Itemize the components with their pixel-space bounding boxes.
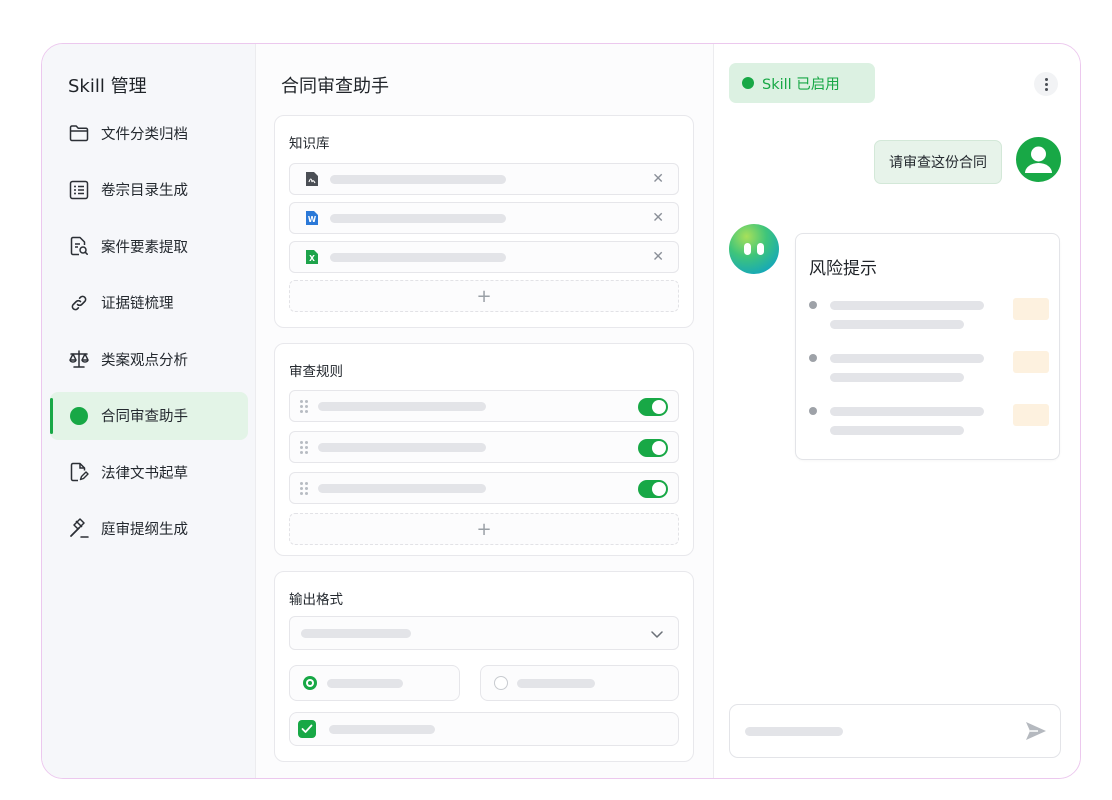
review-rules-title: 审查规则	[289, 364, 343, 380]
user-message-bubble: 请审查这份合同	[874, 140, 1002, 184]
radio-unselected[interactable]	[494, 676, 508, 690]
app-window: Skill 管理 文件分类归档 卷宗目录生成 案件要素提取 证据链梳理 类案观点…	[41, 43, 1081, 779]
skill-nav: 文件分类归档 卷宗目录生成 案件要素提取 证据链梳理 类案观点分析 合同审查助手…	[50, 109, 248, 561]
file-row-word[interactable]: W ✕	[289, 202, 679, 234]
file-name-placeholder	[330, 252, 506, 262]
excel-file-icon: X	[304, 249, 320, 265]
option-label-placeholder	[517, 678, 595, 688]
rule-toggle[interactable]	[638, 480, 668, 498]
sidebar-item-catalog[interactable]: 卷宗目录生成	[50, 166, 248, 214]
sidebar-item-case-analysis[interactable]: 类案观点分析	[50, 335, 248, 383]
remove-file-icon[interactable]: ✕	[652, 249, 664, 265]
select-value-placeholder	[301, 628, 411, 638]
option-label-placeholder	[327, 678, 403, 688]
rule-row[interactable]	[289, 472, 679, 504]
drag-handle-icon[interactable]	[300, 399, 310, 413]
user-icon	[1025, 146, 1052, 173]
risk-item	[809, 351, 1049, 387]
page-title: 合同审查助手	[281, 76, 389, 97]
sidebar-item-label: 证据链梳理	[101, 296, 174, 312]
list-icon	[68, 179, 90, 201]
risk-item	[809, 404, 1049, 440]
output-format-title: 输出格式	[289, 592, 343, 608]
document-search-icon	[68, 235, 90, 257]
chevron-down-icon	[650, 626, 664, 645]
knowledge-base-card: 知识库 ✕ W ✕ X ✕ +	[274, 115, 694, 328]
drag-handle-icon[interactable]	[300, 481, 310, 495]
radio-selected[interactable]	[303, 676, 317, 690]
rule-text-placeholder	[318, 442, 486, 452]
format-option-radio[interactable]	[480, 665, 679, 701]
sidebar-item-label: 案件要素提取	[101, 239, 188, 256]
file-name-placeholder	[330, 174, 506, 184]
link-icon	[68, 292, 90, 314]
sidebar-item-evidence-chain[interactable]: 证据链梳理	[50, 279, 248, 327]
status-dot-icon	[742, 77, 754, 89]
pdf-file-icon	[304, 171, 320, 187]
file-name-placeholder	[330, 213, 506, 223]
sidebar-item-label: 文件分类归档	[101, 126, 188, 143]
input-placeholder	[745, 726, 843, 736]
output-format-card: 输出格式	[274, 571, 694, 762]
svg-text:W: W	[308, 215, 317, 224]
word-file-icon: W	[304, 210, 320, 226]
file-row-excel[interactable]: X ✕	[289, 241, 679, 273]
format-option-radio[interactable]	[289, 665, 460, 701]
send-icon[interactable]	[1024, 719, 1048, 747]
green-dot-icon	[68, 405, 90, 427]
rule-toggle[interactable]	[638, 439, 668, 457]
remove-file-icon[interactable]: ✕	[652, 171, 664, 187]
risk-alert-title: 风险提示	[809, 259, 877, 279]
knowledge-base-title: 知识库	[289, 136, 330, 152]
skill-status-badge[interactable]: Skill 已启用	[729, 63, 875, 103]
sidebar-item-label: 法律文书起草	[101, 465, 188, 482]
document-edit-icon	[68, 461, 90, 483]
risk-item	[809, 298, 1049, 334]
rule-text-placeholder	[318, 483, 486, 493]
sidebar-item-drafting[interactable]: 法律文书起草	[50, 448, 248, 496]
sidebar-item-label: 卷宗目录生成	[101, 183, 188, 199]
sidebar-item-label: 庭审提纲生成	[101, 522, 188, 538]
scale-icon	[68, 348, 90, 370]
sidebar: Skill 管理 文件分类归档 卷宗目录生成 案件要素提取 证据链梳理 类案观点…	[42, 44, 256, 778]
risk-level-tag	[1013, 404, 1049, 426]
risk-level-tag	[1013, 298, 1049, 320]
add-rule-button[interactable]: +	[289, 513, 679, 545]
rule-text-placeholder	[318, 401, 486, 411]
assistant-avatar	[729, 224, 779, 274]
chat-panel: Skill 已启用 请审查这份合同 风险提示	[714, 44, 1080, 778]
sidebar-title: Skill 管理	[68, 76, 147, 97]
review-rules-card: 审查规则 +	[274, 343, 694, 556]
risk-level-tag	[1013, 351, 1049, 373]
skill-config-panel: 合同审查助手 知识库 ✕ W ✕ X ✕ + 审查规则 + 输出格式	[256, 44, 714, 778]
checkbox-checked[interactable]	[298, 720, 316, 738]
sidebar-item-file-archive[interactable]: 文件分类归档	[50, 109, 248, 157]
sidebar-item-case-extract[interactable]: 案件要素提取	[50, 222, 248, 270]
gavel-icon	[68, 517, 90, 540]
more-options-button[interactable]	[1034, 72, 1058, 96]
user-avatar	[1016, 137, 1061, 182]
folder-icon	[68, 122, 90, 144]
skill-status-text: Skill 已启用	[762, 76, 840, 93]
sidebar-item-label: 类案观点分析	[101, 352, 188, 369]
svg-text:X: X	[309, 254, 315, 263]
drag-handle-icon[interactable]	[300, 440, 310, 454]
sidebar-item-hearing-outline[interactable]: 庭审提纲生成	[50, 505, 248, 553]
risk-alert-card: 风险提示	[795, 233, 1060, 460]
add-file-button[interactable]: +	[289, 280, 679, 312]
file-row-pdf[interactable]: ✕	[289, 163, 679, 195]
format-checkbox-row[interactable]	[289, 712, 679, 746]
sidebar-item-contract-review[interactable]: 合同审查助手	[50, 391, 248, 440]
format-select[interactable]	[289, 616, 679, 650]
sidebar-item-label: 合同审查助手	[101, 409, 188, 425]
rule-toggle[interactable]	[638, 398, 668, 416]
rule-row[interactable]	[289, 431, 679, 463]
remove-file-icon[interactable]: ✕	[652, 210, 664, 226]
checkbox-label-placeholder	[329, 724, 435, 734]
chat-input[interactable]	[729, 704, 1061, 758]
rule-row[interactable]	[289, 390, 679, 422]
